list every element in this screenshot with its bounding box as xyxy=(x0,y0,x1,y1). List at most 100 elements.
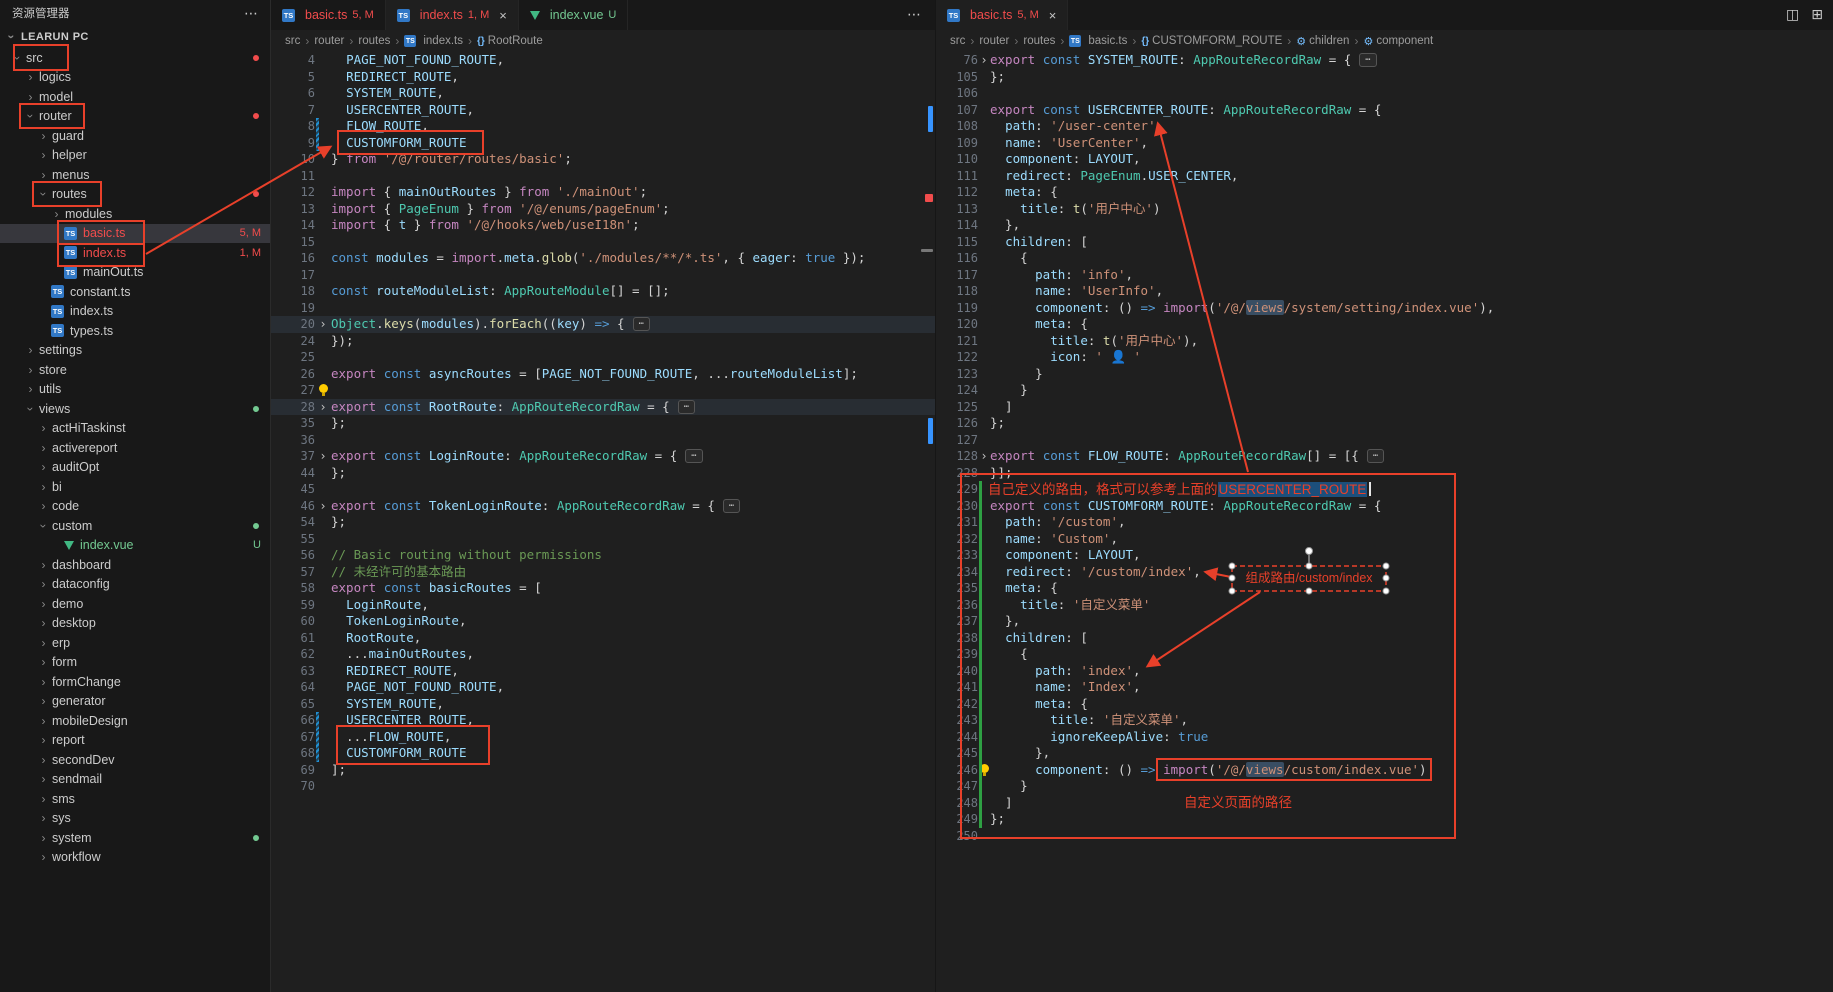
breadcrumb-item-RootRoute[interactable]: {}RootRoute xyxy=(477,35,543,47)
chevron-right-icon[interactable]: › xyxy=(36,773,51,785)
breadcrumb-item-basic.ts[interactable]: TSbasic.ts xyxy=(1069,35,1127,47)
code-line-242[interactable]: 242 meta: { xyxy=(936,696,1833,713)
code-line-18[interactable]: 18const routeModuleList: AppRouteModule[… xyxy=(271,283,935,300)
tree-item-custom[interactable]: ›custom xyxy=(0,516,270,536)
chevron-right-icon[interactable]: › xyxy=(23,383,38,395)
chevron-down-icon[interactable]: › xyxy=(38,187,50,202)
tab-index.ts[interactable]: TSindex.ts1, M× xyxy=(386,0,519,30)
chevron-right-icon[interactable]: › xyxy=(36,130,51,142)
more-actions-icon[interactable]: ⋯ xyxy=(907,6,921,23)
code-line-105[interactable]: 105}; xyxy=(936,69,1833,86)
code-line-112[interactable]: 112 meta: { xyxy=(936,184,1833,201)
chevron-right-icon[interactable]: › xyxy=(36,734,51,746)
code-line-125[interactable]: 125 ] xyxy=(936,399,1833,416)
code-line-244[interactable]: 244 ignoreKeepAlive: true xyxy=(936,729,1833,746)
code-line-110[interactable]: 110 component: LAYOUT, xyxy=(936,151,1833,168)
tree-item-auditOpt[interactable]: ›auditOpt xyxy=(0,458,270,478)
tree-item-dataconfig[interactable]: ›dataconfig xyxy=(0,575,270,595)
code-line-237[interactable]: 237 }, xyxy=(936,613,1833,630)
tree-item-mainOut.ts[interactable]: TSmainOut.ts xyxy=(0,263,270,283)
code-line-76[interactable]: 76›export const SYSTEM_ROUTE: AppRouteRe… xyxy=(936,52,1833,69)
code-line-234[interactable]: 234 redirect: '/custom/index', xyxy=(936,564,1833,581)
code-line-127[interactable]: 127 xyxy=(936,432,1833,449)
code-line-121[interactable]: 121 title: t('用户中心'), xyxy=(936,333,1833,350)
code-line-111[interactable]: 111 redirect: PageEnum.USER_CENTER, xyxy=(936,168,1833,185)
tab-basic.ts[interactable]: TSbasic.ts5, M× xyxy=(936,0,1068,30)
code-line-65[interactable]: 65 SYSTEM_ROUTE, xyxy=(271,696,935,713)
chevron-right-icon[interactable]: › xyxy=(36,169,51,181)
tab-basic.ts[interactable]: TSbasic.ts5, M xyxy=(271,0,386,30)
fold-chevron-icon[interactable]: › xyxy=(319,450,326,462)
chevron-right-icon[interactable]: › xyxy=(36,695,51,707)
chevron-down-icon[interactable]: › xyxy=(38,518,50,533)
code-line-45[interactable]: 45 xyxy=(271,481,935,498)
code-line-12[interactable]: 12import { mainOutRoutes } from './mainO… xyxy=(271,184,935,201)
code-line-15[interactable]: 15 xyxy=(271,234,935,251)
chevron-right-icon[interactable]: › xyxy=(36,851,51,863)
breadcrumb-item-src[interactable]: src xyxy=(950,35,965,47)
code-line-118[interactable]: 118 name: 'UserInfo', xyxy=(936,283,1833,300)
tree-item-sendmail[interactable]: ›sendmail xyxy=(0,770,270,790)
code-line-25[interactable]: 25 xyxy=(271,349,935,366)
breadcrumb-item-routes[interactable]: routes xyxy=(358,35,390,47)
code-line-8[interactable]: 8 FLOW_ROUTE, xyxy=(271,118,935,135)
chevron-right-icon[interactable]: › xyxy=(36,793,51,805)
code-line-115[interactable]: 115 children: [ xyxy=(936,234,1833,251)
tree-item-report[interactable]: ›report xyxy=(0,731,270,751)
code-line-6[interactable]: 6 SYSTEM_ROUTE, xyxy=(271,85,935,102)
code-line-56[interactable]: 56// Basic routing without permissions xyxy=(271,547,935,564)
code-line-246[interactable]: 246 component: () => import('/@/views/cu… xyxy=(936,762,1833,779)
tree-item-sys[interactable]: ›sys xyxy=(0,809,270,829)
code-line-24[interactable]: 24}); xyxy=(271,333,935,350)
code-line-16[interactable]: 16const modules = import.meta.glob('./mo… xyxy=(271,250,935,267)
code-line-28[interactable]: 28›export const RootRoute: AppRouteRecor… xyxy=(271,399,935,416)
tree-item-dashboard[interactable]: ›dashboard xyxy=(0,555,270,575)
code-line-249[interactable]: 249}; xyxy=(936,811,1833,828)
tree-item-generator[interactable]: ›generator xyxy=(0,692,270,712)
code-line-245[interactable]: 245 }, xyxy=(936,745,1833,762)
tree-item-actHiTaskinst[interactable]: ›actHiTaskinst xyxy=(0,419,270,439)
fold-chevron-icon[interactable]: › xyxy=(319,318,326,330)
code-line-114[interactable]: 114 }, xyxy=(936,217,1833,234)
fold-chevron-icon[interactable]: › xyxy=(980,54,987,66)
tree-item-modules[interactable]: ›modules xyxy=(0,204,270,224)
chevron-right-icon[interactable]: › xyxy=(23,364,38,376)
breadcrumb-item-component[interactable]: ⚙component xyxy=(1363,35,1433,48)
chevron-down-icon[interactable]: › xyxy=(25,401,37,416)
tree-item-bi[interactable]: ›bi xyxy=(0,477,270,497)
chevron-right-icon[interactable]: › xyxy=(36,812,51,824)
tree-item-secondDev[interactable]: ›secondDev xyxy=(0,750,270,770)
tree-item-model[interactable]: ›model xyxy=(0,87,270,107)
breadcrumb-item-index.ts[interactable]: TSindex.ts xyxy=(404,35,463,47)
code-line-107[interactable]: 107export const USERCENTER_ROUTE: AppRou… xyxy=(936,102,1833,119)
code-line-60[interactable]: 60 TokenLoginRoute, xyxy=(271,613,935,630)
code-line-235[interactable]: 235 meta: { xyxy=(936,580,1833,597)
chevron-down-icon[interactable]: › xyxy=(25,109,37,124)
code-line-26[interactable]: 26export const asyncRoutes = [PAGE_NOT_F… xyxy=(271,366,935,383)
code-line-69[interactable]: 69]; xyxy=(271,762,935,779)
tree-item-index.ts[interactable]: TSindex.ts1, M xyxy=(0,243,270,263)
chevron-right-icon[interactable]: › xyxy=(23,71,38,83)
chevron-right-icon[interactable]: › xyxy=(36,500,51,512)
tree-item-router[interactable]: ›router xyxy=(0,107,270,127)
tree-item-types.ts[interactable]: TStypes.ts xyxy=(0,321,270,341)
code-line-54[interactable]: 54}; xyxy=(271,514,935,531)
chevron-right-icon[interactable]: › xyxy=(36,149,51,161)
code-line-35[interactable]: 35}; xyxy=(271,415,935,432)
chevron-right-icon[interactable]: › xyxy=(36,481,51,493)
code-line-120[interactable]: 120 meta: { xyxy=(936,316,1833,333)
chevron-right-icon[interactable]: › xyxy=(36,442,51,454)
code-line-63[interactable]: 63 REDIRECT_ROUTE, xyxy=(271,663,935,680)
code-line-27[interactable]: 27 xyxy=(271,382,935,399)
chevron-right-icon[interactable]: › xyxy=(36,676,51,688)
code-line-229[interactable]: 229 xyxy=(936,481,1833,498)
code-line-5[interactable]: 5 REDIRECT_ROUTE, xyxy=(271,69,935,86)
code-line-236[interactable]: 236 title: '自定义菜单' xyxy=(936,597,1833,614)
tree-item-store[interactable]: ›store xyxy=(0,360,270,380)
code-line-116[interactable]: 116 { xyxy=(936,250,1833,267)
code-line-109[interactable]: 109 name: 'UserCenter', xyxy=(936,135,1833,152)
tree-item-erp[interactable]: ›erp xyxy=(0,633,270,653)
chevron-right-icon[interactable]: › xyxy=(36,461,51,473)
code-line-10[interactable]: 10} from '/@/router/routes/basic'; xyxy=(271,151,935,168)
split-editor-icon[interactable]: ◫ xyxy=(1786,6,1799,23)
